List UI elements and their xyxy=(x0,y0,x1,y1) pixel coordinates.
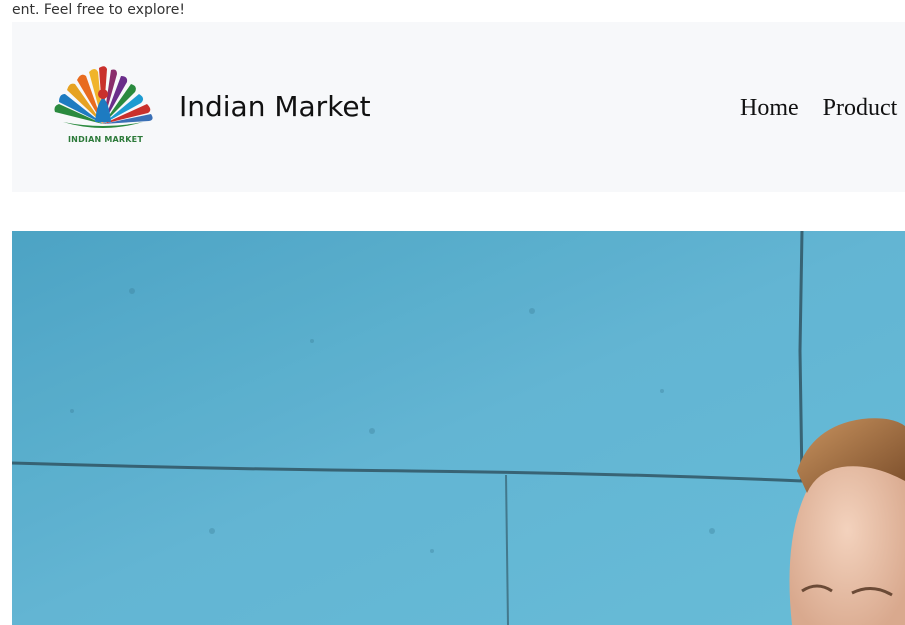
announcement-text: ent. Feel free to explore! xyxy=(12,2,185,18)
peacock-logo-icon xyxy=(54,66,153,128)
nav-link-home[interactable]: Home xyxy=(740,95,799,122)
nav-links: Home Product xyxy=(740,95,897,122)
logo[interactable]: INDIAN MARKET xyxy=(48,62,158,150)
logo-text: INDIAN MARKET xyxy=(68,135,143,144)
brand-name[interactable]: Indian Market xyxy=(179,90,371,123)
hero-photo-icon xyxy=(12,231,905,625)
nav-link-product[interactable]: Product xyxy=(823,95,898,122)
navbar: INDIAN MARKET Indian Market Home Product xyxy=(12,22,905,192)
hero-image xyxy=(12,231,905,625)
